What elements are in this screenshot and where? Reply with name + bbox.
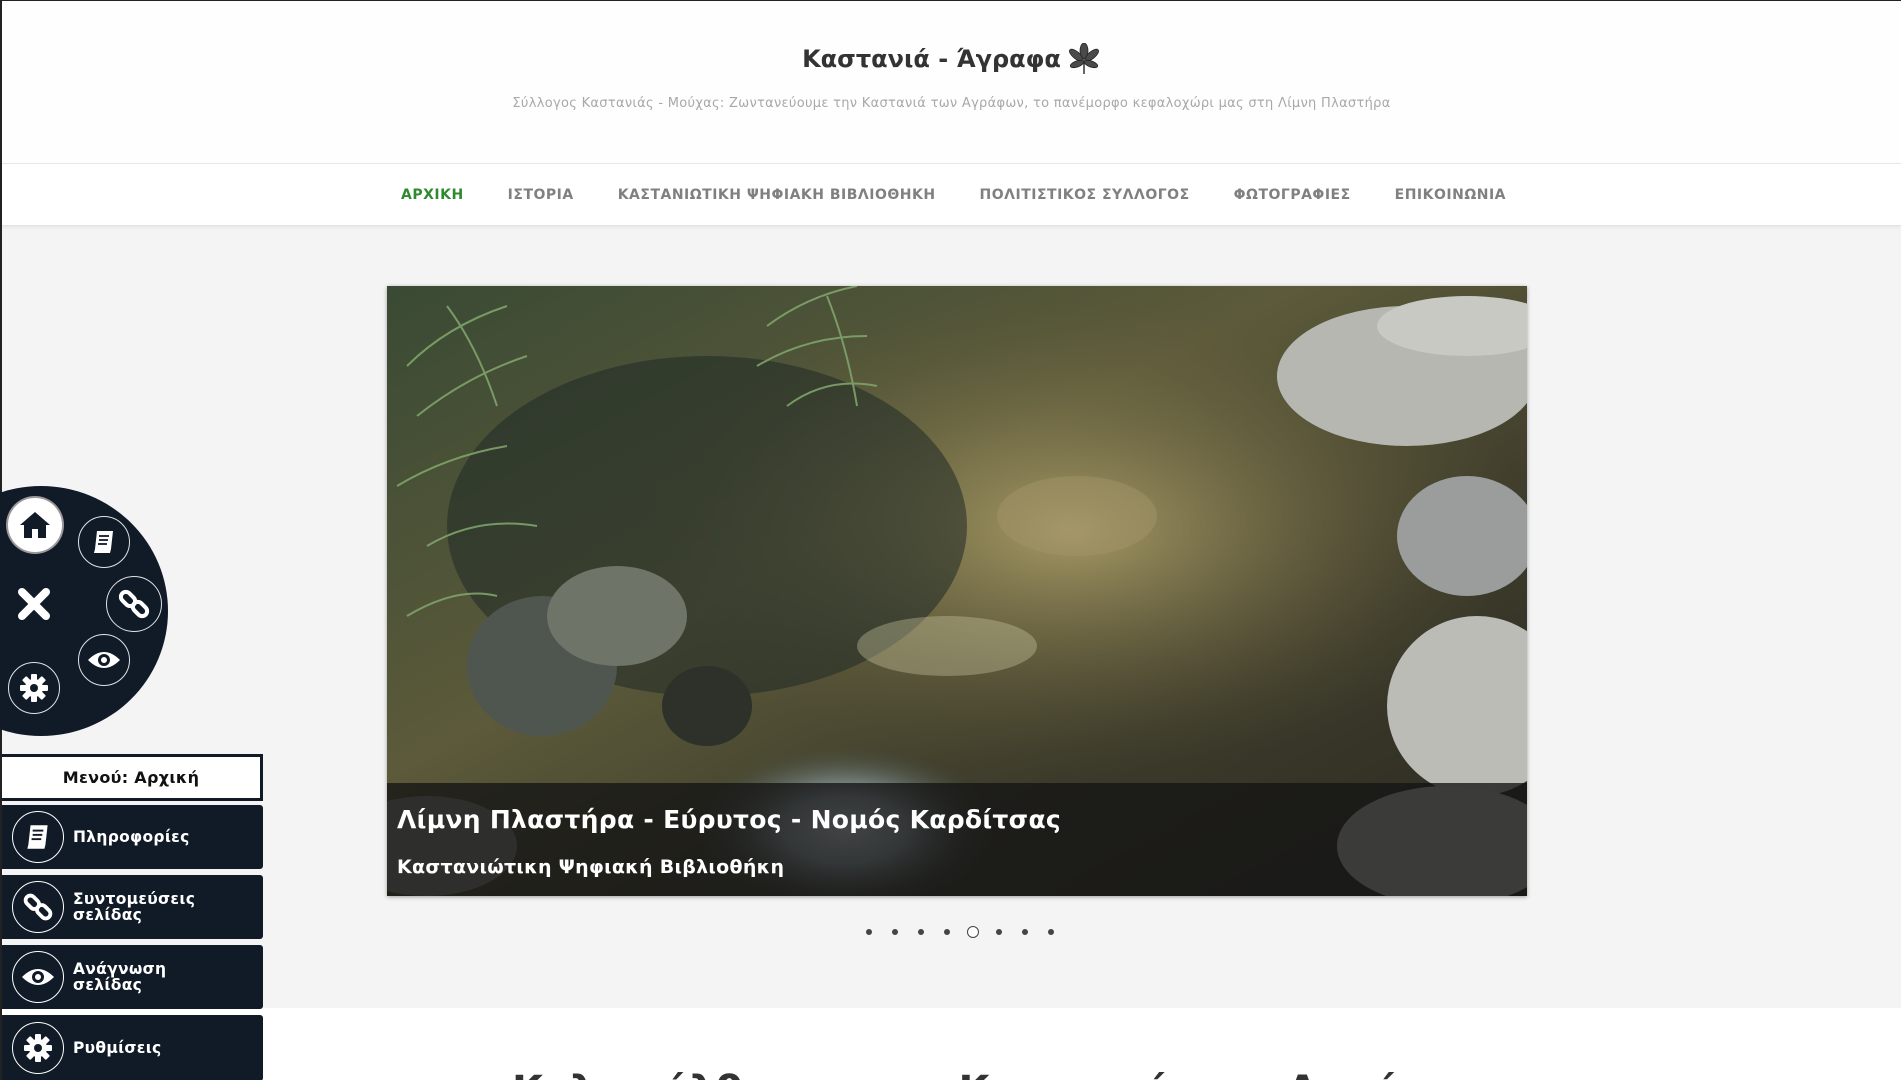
slider-dot[interactable] [1019, 926, 1031, 938]
main-content: Καλωσήλθατε στην Καστανιά των Αγράφων [2, 1008, 1901, 1080]
book-icon [12, 811, 64, 863]
accessibility-read-page-label: Ανάγνωση σελίδας [73, 960, 167, 994]
book-icon [94, 531, 113, 553]
accessibility-read-page-item[interactable]: Ανάγνωση σελίδας [2, 945, 263, 1009]
site-header: Καστανιά - Άγραφα Σύλλογος Καστανιάς - Μ… [2, 1, 1901, 164]
nav-item-contact[interactable]: ΕΠΙΚΟΙΝΩΝΙΑ [1395, 187, 1506, 203]
welcome-heading: Καλωσήλθατε στην Καστανιά των Αγράφων [512, 1068, 1494, 1080]
settings-button[interactable] [8, 662, 60, 714]
nav-item-digital-library[interactable]: ΚΑΣΤΑΝΙΩΤΙΚΗ ΨΗΦΙΑΚΗ ΒΙΒΛΙΟΘΗΚΗ [618, 187, 936, 203]
home-button[interactable] [8, 498, 62, 552]
book-icon-graphic [27, 825, 48, 849]
accessibility-settings-item[interactable]: Ρυθμίσεις [2, 1015, 263, 1080]
accessibility-settings-label: Ρυθμίσεις [73, 1039, 162, 1057]
site-title-text[interactable]: Καστανιά - Άγραφα [802, 45, 1061, 73]
chestnut-leaf-icon [1068, 43, 1099, 74]
link-icon-graphic [23, 893, 53, 921]
slide-caption-title[interactable]: Λίμνη Πλαστήρα - Εύρυτος - Νομός Καρδίτσ… [397, 805, 1061, 834]
eye-icon [88, 652, 120, 668]
nav-item-history[interactable]: ΙΣΤΟΡΙΑ [508, 187, 574, 203]
eye-icon-graphic [22, 969, 54, 985]
slider-dot[interactable] [1045, 926, 1057, 938]
slider-dot[interactable] [993, 926, 1005, 938]
slider-dot[interactable] [863, 926, 875, 938]
accessibility-shortcuts-label: Συντομεύσεις σελίδας [73, 890, 196, 924]
eye-icon [12, 951, 64, 1003]
slider-dot[interactable] [889, 926, 901, 938]
close-icon [18, 588, 50, 620]
slider-dot[interactable] [941, 926, 953, 938]
slider-pagination [2, 926, 1901, 938]
accessibility-info-item[interactable]: Πληροφορίες [2, 805, 263, 869]
gear-icon [12, 1022, 64, 1074]
site-title[interactable]: Καστανιά - Άγραφα [2, 43, 1901, 75]
close-button[interactable] [6, 576, 62, 632]
site-tagline: Σύλλογος Καστανιάς - Μούχας: Ζωντανεύουμ… [512, 96, 1391, 111]
info-button[interactable] [78, 516, 130, 568]
accessibility-wheel [0, 486, 168, 736]
read-page-button[interactable] [78, 634, 130, 686]
link-icon [12, 881, 64, 933]
main-navigation: ΑΡΧΙΚΗ ΙΣΤΟΡΙΑ ΚΑΣΤΑΝΙΩΤΙΚΗ ΨΗΦΙΑΚΗ ΒΙΒΛ… [2, 164, 1901, 226]
accessibility-menu-title: Μενού: Αρχική [2, 754, 263, 801]
shortcuts-button[interactable] [106, 576, 162, 632]
link-icon [118, 589, 150, 619]
gear-icon-graphic [24, 1034, 52, 1062]
nav-menu: ΑΡΧΙΚΗ ΙΣΤΟΡΙΑ ΚΑΣΤΑΝΙΩΤΙΚΗ ΨΗΦΙΑΚΗ ΒΙΒΛ… [397, 187, 1506, 203]
slide-caption-subtitle[interactable]: Καστανιώτικη Ψηφιακή Βιβλιοθήκη [397, 856, 784, 878]
accessibility-info-label: Πληροφορίες [73, 828, 190, 846]
slider-dot-active[interactable] [966, 926, 979, 938]
nav-item-home[interactable]: ΑΡΧΙΚΗ [401, 187, 464, 203]
gear-icon [20, 674, 48, 702]
nav-item-photos[interactable]: ΦΩΤΟΓΡΑΦΙΕΣ [1234, 187, 1351, 203]
nav-item-cultural-association[interactable]: ΠΟΛΙΤΙΣΤΙΚΟΣ ΣΥΛΛΟΓΟΣ [980, 187, 1190, 203]
slider-dot[interactable] [915, 926, 927, 938]
accessibility-shortcuts-item[interactable]: Συντομεύσεις σελίδας [2, 875, 263, 939]
slide-caption: Λίμνη Πλαστήρα - Εύρυτος - Νομός Καρδίτσ… [387, 783, 1527, 896]
home-icon [20, 512, 50, 538]
image-slider[interactable]: Λίμνη Πλαστήρα - Εύρυτος - Νομός Καρδίτσ… [387, 286, 1527, 896]
